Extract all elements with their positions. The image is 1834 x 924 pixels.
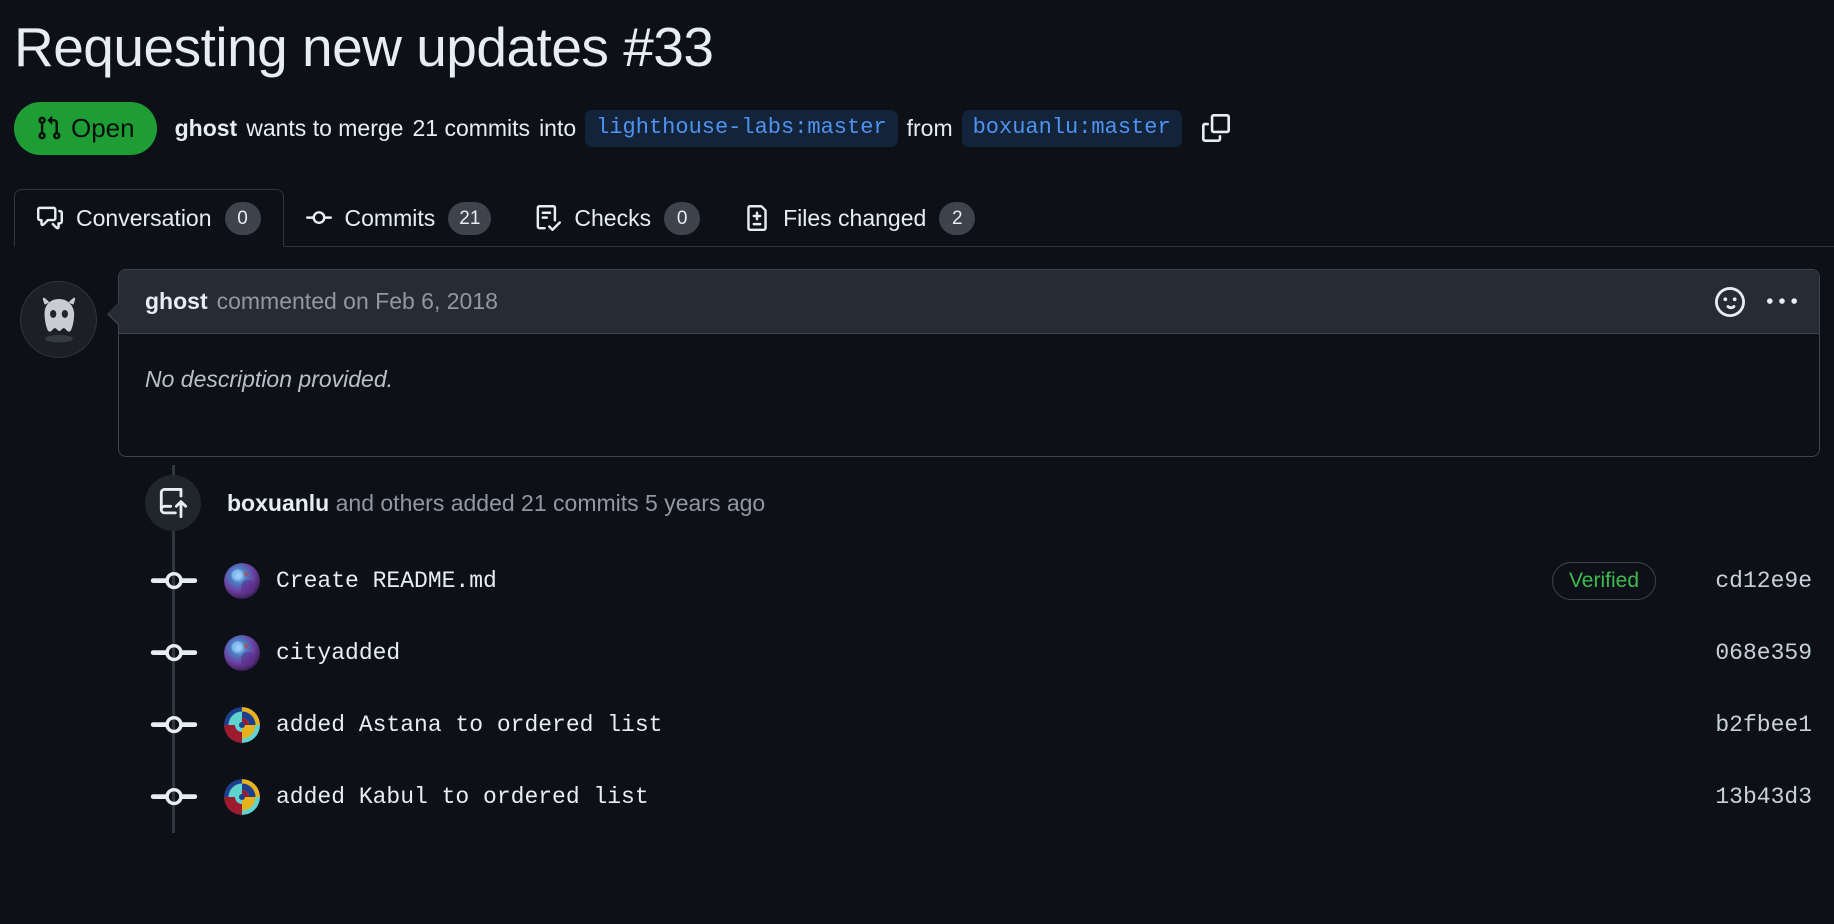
commit-dot-marker [150, 569, 198, 593]
commit-sha[interactable]: cd12e9e [1702, 568, 1812, 594]
tab-checks-label: Checks [574, 204, 652, 231]
pr-number: #33 [623, 16, 714, 78]
comment-author[interactable]: ghost [145, 288, 208, 315]
commits-event-description: and others added 21 commits 5 years ago [335, 489, 766, 516]
repo-push-icon [159, 488, 188, 519]
avatar-nebula-image [224, 563, 260, 600]
commit-sha[interactable]: b2fbee1 [1702, 712, 1812, 738]
repo-push-badge [145, 475, 201, 532]
avatar-spiral-image [224, 779, 260, 816]
head-branch-chip[interactable]: boxuanlu:master [961, 109, 1182, 147]
commit-dot-marker [150, 713, 198, 737]
tab-conversation-label: Conversation [76, 204, 212, 231]
merge-text-middle: into [539, 114, 577, 141]
comment-box: ghost commented on Feb 6, 2018 No descri… [107, 269, 1820, 458]
pr-tabbar: Conversation 0 Commits 21 Checks 0 Files… [14, 189, 1834, 248]
commit-list: Create README.md Verified cd12e9e cityad… [14, 545, 1820, 833]
copy-icon [1201, 114, 1230, 143]
pr-commit-count: 21 commits [412, 114, 531, 141]
smiley-icon [1715, 286, 1745, 317]
avatar[interactable] [20, 281, 97, 359]
commit-message[interactable]: Create README.md [276, 568, 497, 594]
page-title: Requesting new updates #33 [14, 0, 1820, 79]
status-badge-label: Open [71, 113, 135, 144]
status-badge: Open [14, 101, 157, 155]
tab-checks-count: 0 [664, 201, 701, 235]
avatar[interactable] [224, 707, 260, 744]
copy-branch-button[interactable] [1199, 111, 1233, 145]
tab-files-changed[interactable]: Files changed 2 [722, 189, 997, 247]
git-commit-dot-icon [150, 716, 198, 734]
pr-timeline: ghost commented on Feb 6, 2018 No descri… [14, 269, 1820, 834]
table-row: Create README.md Verified cd12e9e [14, 545, 1820, 617]
pr-author: ghost [174, 114, 238, 141]
tab-conversation-count: 0 [224, 201, 261, 235]
merge-text-before: wants to merge [246, 114, 404, 141]
avatar-spiral-image [224, 707, 260, 744]
commit-message[interactable]: added Astana to ordered list [276, 712, 662, 738]
merge-text-after: from [906, 114, 953, 141]
avatar[interactable] [224, 563, 260, 600]
comment-discussion-icon [37, 206, 63, 230]
tab-files-changed-label: Files changed [783, 204, 927, 231]
status-badge[interactable]: Verified [1551, 562, 1656, 601]
table-row: added Astana to ordered list b2fbee1 [14, 689, 1820, 761]
commit-dot-marker [150, 641, 198, 665]
commits-event-header: boxuanlu and others added 21 commits 5 y… [14, 475, 1820, 532]
commit-dot-marker [150, 785, 198, 809]
comment-header: ghost commented on Feb 6, 2018 [119, 270, 1819, 335]
kebab-horizontal-icon [1767, 298, 1797, 304]
table-row: added Kabul to ordered list 13b43d3 [14, 761, 1820, 833]
checklist-icon [537, 205, 562, 232]
commits-timeline-group: boxuanlu and others added 21 commits 5 y… [14, 475, 1820, 833]
base-branch-chip[interactable]: lighthouse-labs:master [585, 109, 898, 147]
avatar-nebula-image [224, 635, 260, 672]
commit-message[interactable]: added Kabul to ordered list [276, 784, 649, 810]
pull-request-page: Requesting new updates #33 Open ghost wa… [0, 0, 1834, 834]
commits-event-text: boxuanlu and others added 21 commits 5 y… [227, 490, 765, 517]
pr-title-text: Requesting new updates [14, 16, 609, 78]
tab-conversation[interactable]: Conversation 0 [14, 189, 284, 248]
git-commit-dot-icon [150, 788, 198, 806]
tab-commits-count: 21 [448, 201, 492, 235]
file-diff-icon [747, 205, 767, 232]
comment-menu-button[interactable] [1765, 285, 1799, 319]
tab-files-changed-count: 2 [939, 201, 976, 235]
avatar[interactable] [224, 779, 260, 816]
tab-commits-label: Commits [344, 204, 436, 231]
git-commit-dot-icon [150, 644, 198, 662]
tab-checks[interactable]: Checks 0 [513, 189, 722, 247]
comment-meta: commented on Feb 6, 2018 [216, 288, 498, 315]
comment-body: No description provided. [145, 366, 394, 393]
git-pull-request-icon [38, 116, 61, 140]
git-commit-dot-icon [150, 572, 198, 590]
git-commit-icon [305, 211, 332, 225]
commit-sha[interactable]: 13b43d3 [1702, 784, 1812, 810]
avatar[interactable] [224, 635, 260, 672]
commits-event-author[interactable]: boxuanlu [227, 490, 329, 516]
ghost-avatar-icon [42, 297, 75, 343]
table-row: cityadded 068e359 [14, 617, 1820, 689]
pr-subhead: Open ghost wants to merge 21 commits int… [14, 101, 1820, 155]
add-reaction-button[interactable] [1713, 285, 1747, 319]
comment-thread: ghost commented on Feb 6, 2018 No descri… [14, 269, 1820, 458]
pr-merge-description: ghost wants to merge 21 commits into lig… [174, 109, 1233, 147]
comment-header-actions [1713, 285, 1799, 319]
commit-message[interactable]: cityadded [276, 640, 400, 666]
commit-sha[interactable]: 068e359 [1702, 640, 1812, 666]
tab-commits[interactable]: Commits 21 [284, 189, 514, 247]
